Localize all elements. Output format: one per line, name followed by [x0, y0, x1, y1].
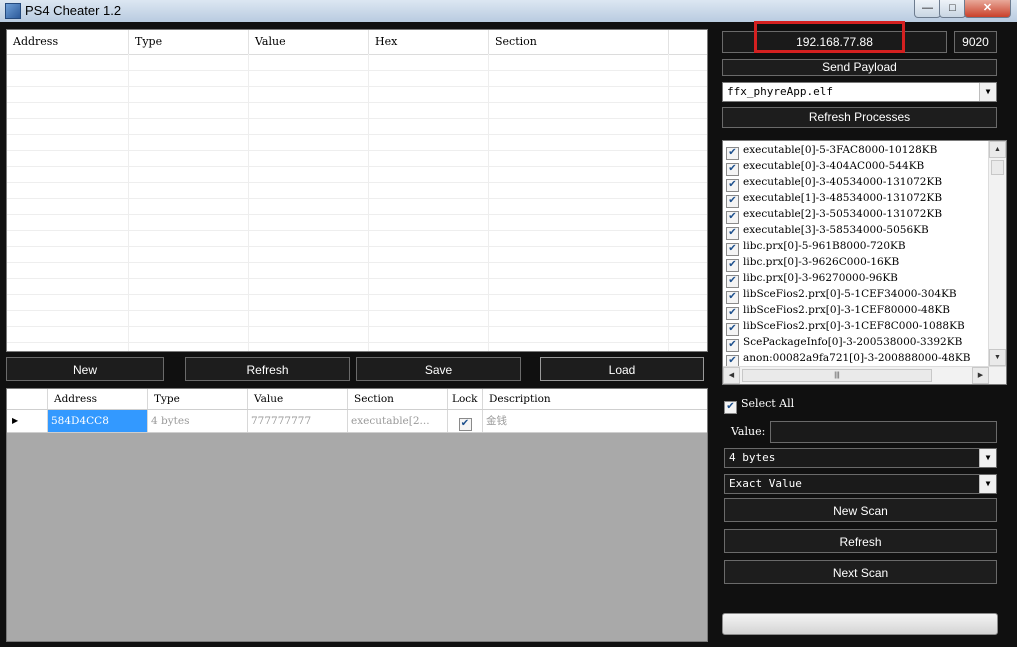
window-title: PS4 Cheater 1.2 — [25, 3, 122, 18]
lock-checkbox[interactable]: ✔ — [458, 418, 472, 431]
scroll-left-icon[interactable]: ◀ — [723, 367, 740, 384]
close-button[interactable]: ✕ — [964, 0, 1011, 18]
column-value[interactable]: Value — [248, 389, 348, 409]
cell-type[interactable]: 4 bytes — [148, 410, 248, 432]
list-item[interactable]: ✔ anon:00082a9fa721[0]-3-200888000-48KB — [726, 350, 971, 368]
new-button[interactable]: New — [6, 357, 164, 381]
vertical-scrollbar[interactable]: ▲ ▼ — [988, 141, 1006, 366]
list-item[interactable]: ✔ libSceFios2.prx[0]-5-1CEF34000-304KB — [726, 286, 957, 304]
section-label: anon:00082a9fa721[0]-3-200888000-48KB — [743, 352, 971, 364]
select-all-check-icon[interactable]: ✔ — [724, 401, 737, 414]
column-type[interactable]: Type — [129, 30, 249, 54]
progress-bar — [722, 613, 998, 635]
cheat-table-header: Address Type Value Section Lock Descript… — [7, 389, 707, 410]
chevron-down-icon[interactable]: ▼ — [979, 83, 996, 101]
title-bar: PS4 Cheater 1.2 — □ ✕ — [0, 0, 1017, 22]
table-row[interactable]: ▶ 584D4CC8 4 bytes 777777777 executable[… — [7, 410, 707, 433]
section-label: executable[0]-5-3FAC8000-10128KB — [743, 144, 938, 156]
column-address[interactable]: Address — [48, 389, 148, 409]
value-type-value: 4 bytes — [729, 451, 776, 464]
scroll-down-icon[interactable]: ▼ — [989, 349, 1006, 366]
cell-lock[interactable]: ✔ — [448, 410, 483, 432]
chevron-down-icon[interactable]: ▼ — [979, 475, 996, 493]
value-label: Value: — [731, 425, 766, 438]
value-type-combo[interactable]: 4 bytes ▼ — [724, 448, 997, 468]
main-window: PS4 Cheater 1.2 — □ ✕ Address Type Value… — [0, 0, 1017, 647]
process-combo-value: ffx_phyreApp.elf — [727, 85, 833, 98]
section-label: libc.prx[0]-3-96270000-96KB — [743, 272, 898, 284]
section-label: executable[2]-3-50534000-131072KB — [743, 208, 943, 220]
column-type[interactable]: Type — [148, 389, 248, 409]
select-all-label: Select All — [741, 397, 795, 410]
list-item[interactable]: ✔ executable[3]-3-58534000-5056KB — [726, 222, 929, 240]
refresh-processes-button[interactable]: Refresh Processes — [722, 107, 997, 128]
value-input[interactable] — [770, 421, 997, 443]
cheat-table[interactable]: Address Type Value Section Lock Descript… — [6, 388, 708, 642]
list-item[interactable]: ✔ executable[0]-3-404AC000-544KB — [726, 158, 925, 176]
column-section[interactable]: Section — [348, 389, 448, 409]
chevron-down-icon[interactable]: ▼ — [979, 449, 996, 467]
list-item[interactable]: ✔ libSceFios2.prx[0]-3-1CEF8C000-1088KB — [726, 318, 965, 336]
new-scan-button[interactable]: New Scan — [724, 498, 997, 522]
load-button[interactable]: Load — [540, 357, 704, 381]
list-item[interactable]: ✔ executable[2]-3-50534000-131072KB — [726, 206, 943, 224]
section-label: executable[0]-3-404AC000-544KB — [743, 160, 925, 172]
minimize-icon: — — [922, 2, 933, 14]
list-item[interactable]: ✔ executable[0]-3-40534000-131072KB — [726, 174, 943, 192]
column-hex[interactable]: Hex — [369, 30, 489, 54]
scroll-thumb-horizontal[interactable]: ||| — [742, 369, 932, 382]
scan-type-combo[interactable]: Exact Value ▼ — [724, 474, 997, 494]
minimize-button[interactable]: — — [914, 0, 941, 18]
list-item[interactable]: ✔ libSceFios2.prx[0]-3-1CEF80000-48KB — [726, 302, 950, 320]
maximize-icon: □ — [949, 2, 956, 14]
refresh-button[interactable]: Refresh — [185, 357, 350, 381]
cell-description[interactable]: 金钱 — [483, 410, 707, 432]
column-section[interactable]: Section — [489, 30, 669, 54]
cell-address[interactable]: 584D4CC8 — [48, 410, 148, 432]
process-combo[interactable]: ffx_phyreApp.elf ▼ — [722, 82, 997, 102]
section-label: ScePackageInfo[0]-3-200538000-3392KB — [743, 336, 963, 348]
scroll-thumb[interactable] — [991, 160, 1004, 175]
port-value: 9020 — [962, 35, 989, 49]
cell-section[interactable]: executable[2... — [348, 410, 448, 432]
result-list[interactable]: Address Type Value Hex Section — [6, 29, 708, 352]
section-label: libSceFios2.prx[0]-3-1CEF8C000-1088KB — [743, 320, 965, 332]
list-item[interactable]: ✔ libc.prx[0]-3-9626C000-16KB — [726, 254, 900, 272]
result-list-header: Address Type Value Hex Section — [7, 30, 707, 55]
select-all-checkbox[interactable]: ✔ Select All — [724, 395, 795, 414]
row-header-corner — [7, 389, 48, 409]
list-item[interactable]: ✔ executable[1]-3-48534000-131072KB — [726, 190, 943, 208]
row-selector-arrow-icon[interactable]: ▶ — [7, 410, 48, 432]
scan-refresh-button[interactable]: Refresh — [724, 529, 997, 553]
next-scan-button[interactable]: Next Scan — [724, 560, 997, 584]
port-input[interactable]: 9020 — [954, 31, 997, 53]
column-description[interactable]: Description — [483, 389, 707, 409]
horizontal-scrollbar[interactable]: ◀ ||| ▶ — [723, 366, 1006, 384]
list-item[interactable]: ✔ executable[0]-5-3FAC8000-10128KB — [726, 142, 938, 160]
section-label: libSceFios2.prx[0]-5-1CEF34000-304KB — [743, 288, 957, 300]
maximize-button[interactable]: □ — [939, 0, 966, 18]
list-item[interactable]: ✔ ScePackageInfo[0]-3-200538000-3392KB — [726, 334, 963, 352]
section-list[interactable]: ✔ executable[0]-5-3FAC8000-10128KB ✔ execut… — [722, 140, 1007, 385]
column-lock[interactable]: Lock — [448, 389, 483, 409]
close-icon: ✕ — [982, 2, 993, 14]
cell-value[interactable]: 777777777 — [248, 410, 348, 432]
scan-type-value: Exact Value — [729, 477, 802, 490]
column-value[interactable]: Value — [249, 30, 369, 54]
section-label: executable[1]-3-48534000-131072KB — [743, 192, 943, 204]
send-payload-button[interactable]: Send Payload — [722, 59, 997, 76]
column-address[interactable]: Address — [7, 30, 129, 54]
scroll-up-icon[interactable]: ▲ — [989, 141, 1006, 158]
save-button[interactable]: Save — [356, 357, 521, 381]
scroll-right-icon[interactable]: ▶ — [972, 367, 989, 384]
section-label: executable[0]-3-40534000-131072KB — [743, 176, 943, 188]
section-label: executable[3]-3-58534000-5056KB — [743, 224, 929, 236]
list-item[interactable]: ✔ libc.prx[0]-5-961B8000-720KB — [726, 238, 906, 256]
app-icon — [5, 3, 21, 19]
section-label: libSceFios2.prx[0]-3-1CEF80000-48KB — [743, 304, 950, 316]
list-item[interactable]: ✔ libc.prx[0]-3-96270000-96KB — [726, 270, 898, 288]
ip-highlight-box — [754, 21, 905, 53]
section-label: libc.prx[0]-3-9626C000-16KB — [743, 256, 900, 268]
section-label: libc.prx[0]-5-961B8000-720KB — [743, 240, 906, 252]
